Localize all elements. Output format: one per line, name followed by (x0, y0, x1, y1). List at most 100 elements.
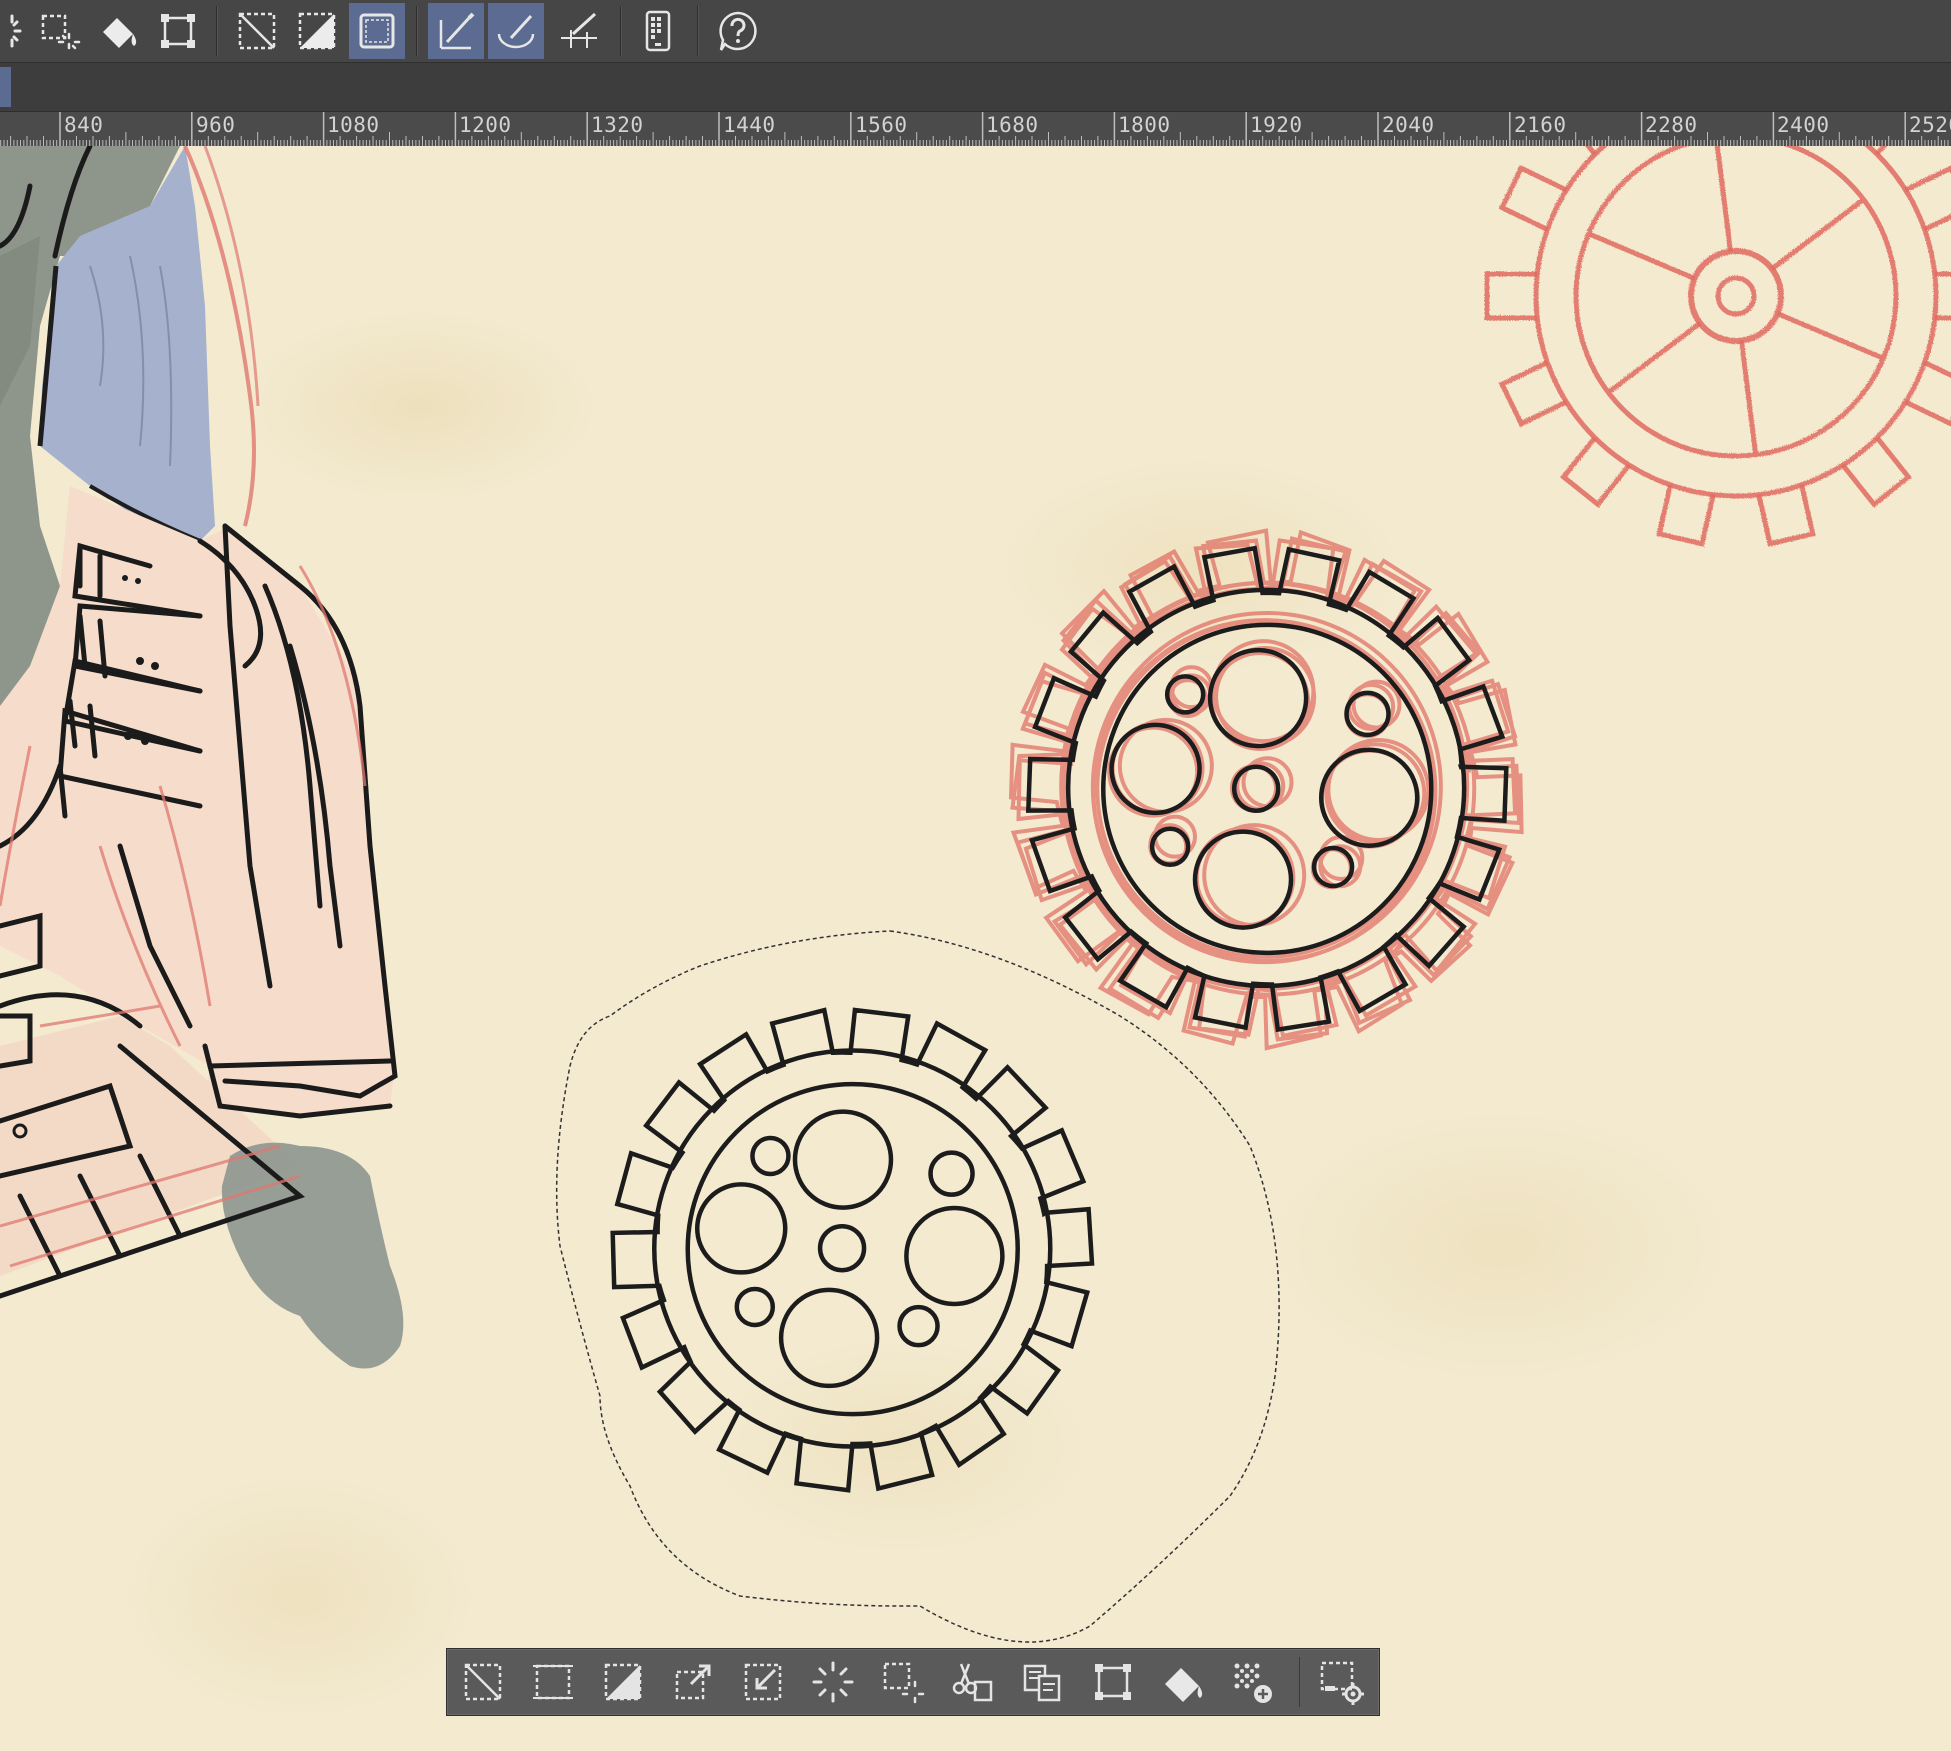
expand-selected-area-icon (669, 1658, 717, 1706)
clear-selection-icon (234, 8, 280, 54)
show-selection-border-icon (354, 8, 400, 54)
gear-inner-ring (1103, 625, 1431, 953)
select-more-outline-button[interactable] (875, 1654, 931, 1710)
ruler-label: 1440 (723, 113, 776, 137)
gear-tooth (1502, 168, 1566, 229)
gear-sketch-large (1487, 146, 1951, 544)
ruler-label: 1800 (1118, 113, 1171, 137)
snap-to-ruler-button[interactable] (428, 3, 484, 59)
ruler-label: 960 (196, 113, 235, 137)
shrink-selected-area-button[interactable] (735, 1654, 791, 1710)
gear-spoke (1772, 201, 1862, 269)
gear-inked-lower (613, 1010, 1092, 1490)
tablet-mode-button[interactable] (630, 3, 686, 59)
help-icon (715, 8, 761, 54)
top-toolbar (0, 0, 1951, 63)
snap-to-grid-icon (557, 8, 603, 54)
gear-inked-upper (1011, 531, 1522, 1048)
fill-selection-icon (95, 8, 141, 54)
select-layer-icon (809, 1658, 857, 1706)
toolbar-separator (1299, 1657, 1300, 1707)
gear-hole (781, 1290, 877, 1386)
selection-settings-button[interactable] (1313, 1654, 1369, 1710)
gear-hole (820, 1226, 864, 1270)
gear-spoke (1717, 146, 1731, 251)
gear-ring (654, 1051, 1050, 1447)
tablet-mode-icon (635, 8, 681, 54)
tool-property-bar (0, 63, 1951, 111)
gear-hole (1112, 725, 1200, 813)
gear-hole (752, 1138, 788, 1174)
gear-hole (1195, 832, 1291, 928)
ruler-label: 2040 (1382, 113, 1435, 137)
gear-spoke (1610, 323, 1700, 391)
gear-inner-ring (1093, 613, 1441, 961)
invert-selection-icon (294, 8, 340, 54)
gear-hole (737, 1289, 773, 1325)
ruler-label: 1920 (1250, 113, 1303, 137)
toolbar-separator (416, 6, 418, 56)
gear-hole (697, 1184, 785, 1272)
clear-selection-button[interactable] (229, 3, 285, 59)
selection-launcher-toolbar (446, 1648, 1380, 1716)
lasso-select-icon (0, 8, 23, 54)
selection-settings-icon (1317, 1658, 1365, 1706)
snap-to-special-ruler-icon (493, 8, 539, 54)
show-selection-border-button[interactable] (349, 3, 405, 59)
invert-selected-area-icon (599, 1658, 647, 1706)
toolbar-separator (216, 6, 218, 56)
help-button[interactable] (710, 3, 766, 59)
ruler-label: 1680 (986, 113, 1039, 137)
gear-hole (1171, 667, 1211, 707)
deselect-button[interactable] (455, 1654, 511, 1710)
deselect-icon (459, 1658, 507, 1706)
gear-hole (906, 1208, 1002, 1304)
select-more-outline-icon (879, 1658, 927, 1706)
fill-selection-button[interactable] (90, 3, 146, 59)
scale-rotate-button[interactable] (1085, 1654, 1141, 1710)
copy-paste-icon (1019, 1658, 1067, 1706)
transform-button[interactable] (150, 3, 206, 59)
ruler-label: 1200 (459, 113, 512, 137)
character-figure (0, 146, 403, 1369)
fill-icon (1159, 1658, 1207, 1706)
select-all-icon (529, 1658, 577, 1706)
gear-spoke (1777, 314, 1881, 358)
ruler-label: 2280 (1645, 113, 1698, 137)
drawing-canvas[interactable] (0, 146, 1951, 1751)
snap-to-special-ruler-button[interactable] (488, 3, 544, 59)
horizontal-ruler[interactable]: 840 960 1080 1200 1320 1440 1560 1680 18… (0, 111, 1951, 147)
gear-tooth (1502, 363, 1566, 424)
cut-paste-icon (949, 1658, 997, 1706)
new-tone-button[interactable] (1225, 1654, 1281, 1710)
gear-hole (1321, 750, 1417, 846)
transform-icon (155, 8, 201, 54)
gear-tooth (1564, 438, 1630, 505)
ruler-label: 2160 (1514, 113, 1567, 137)
toolbar-separator (697, 6, 699, 56)
artwork (0, 146, 1951, 1751)
select-more-button[interactable] (30, 3, 86, 59)
select-all-button[interactable] (525, 1654, 581, 1710)
gear-teeth (1011, 531, 1522, 1048)
ruler-label: 1320 (591, 113, 644, 137)
gear-inner-ring (688, 1084, 1018, 1414)
ruler-label: 2520 (1909, 113, 1951, 137)
fill-button[interactable] (1155, 1654, 1211, 1710)
active-tool-marker (0, 67, 11, 107)
gear-spoke (1742, 341, 1756, 453)
ruler-label: 1080 (327, 113, 380, 137)
new-tone-icon (1229, 1658, 1277, 1706)
cut-paste-button[interactable] (945, 1654, 1001, 1710)
expand-selected-area-button[interactable] (665, 1654, 721, 1710)
invert-selected-area-button[interactable] (595, 1654, 651, 1710)
snap-to-grid-button[interactable] (552, 3, 608, 59)
lasso-select-button[interactable] (0, 3, 28, 59)
invert-selection-button[interactable] (289, 3, 345, 59)
select-layer-button[interactable] (805, 1654, 861, 1710)
toolbar-separator (620, 6, 622, 56)
shrink-selected-area-icon (739, 1658, 787, 1706)
gear-hole (795, 1112, 891, 1208)
scale-rotate-icon (1089, 1658, 1137, 1706)
copy-paste-button[interactable] (1015, 1654, 1071, 1710)
